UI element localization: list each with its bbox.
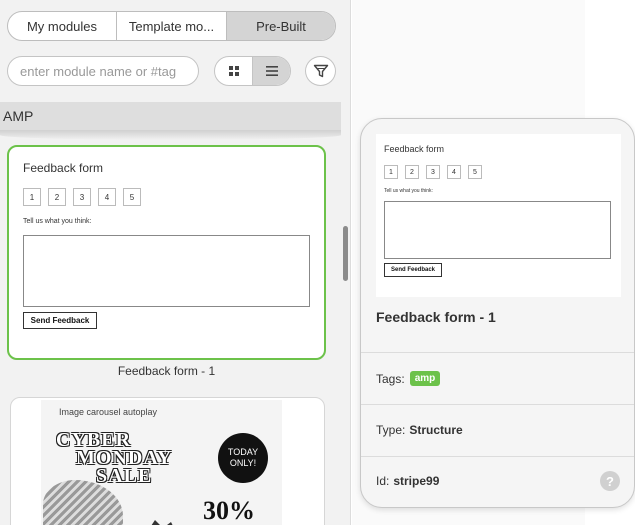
section-title: AMP [3,108,34,124]
section-divider-shadow [0,130,341,140]
module-library-panel: My modules Template mo... Pre-Built ente… [0,0,351,525]
rating-options: 1 2 3 4 5 [384,165,482,179]
carousel-preview-image: Image carousel autoplay CYBER MONDAY SAL… [41,400,282,525]
preview-textarea [384,201,611,259]
divider [361,456,634,457]
preview-title: Feedback form [384,144,445,154]
type-value: Structure [409,423,463,437]
tags-label: Tags: [376,371,405,386]
headline-line: SALE [96,465,153,487]
divider [361,404,634,405]
filter-button[interactable] [305,56,336,86]
rating-option: 4 [447,165,461,179]
preview-prompt: Tell us what you think: [23,218,92,225]
rating-option: 5 [468,165,482,179]
section-header-amp[interactable]: AMP [0,102,341,130]
sale-headline: CYBER MONDAY SALE [56,430,172,487]
module-card-image-carousel[interactable]: Image carousel autoplay CYBER MONDAY SAL… [10,397,325,525]
type-label: Type: [376,423,406,437]
tab-pre-built[interactable]: Pre-Built [227,12,335,40]
id-label: Id: [376,474,390,488]
rating-options: 1 2 3 4 5 [23,188,141,206]
list-view-button[interactable] [252,57,290,85]
rating-option: 2 [48,188,66,206]
shoe-image [151,520,173,525]
preview-title: Feedback form [23,161,104,175]
module-source-tabs: My modules Template mo... Pre-Built [7,11,336,41]
rating-option: 5 [123,188,141,206]
help-icon[interactable]: ? [600,471,620,491]
preview-send-button: Send Feedback [384,263,442,277]
module-card-label: Feedback form - 1 [117,364,216,378]
funnel-icon [313,64,328,78]
module-name: Feedback form - 1 [376,309,496,325]
tab-my-modules[interactable]: My modules [8,12,117,40]
badge-line: TODAY [227,447,259,457]
module-preview: Feedback form 1 2 3 4 5 Tell us what you… [376,134,621,297]
id-value: stripe99 [393,474,440,488]
divider [361,352,634,353]
module-card-feedback-form[interactable]: Feedback form 1 2 3 4 5 Tell us what you… [7,145,326,360]
discount-text: 30% [203,496,255,525]
module-details-popover: Feedback form 1 2 3 4 5 Tell us what you… [360,118,635,508]
tab-template-modules[interactable]: Template mo... [117,12,227,40]
id-row: Id: stripe99 [376,474,439,488]
rating-option: 3 [426,165,440,179]
rating-option: 1 [384,165,398,179]
tag-badge[interactable]: amp [409,371,441,386]
preview-textarea [23,235,310,307]
rating-option: 2 [405,165,419,179]
grid-icon [228,66,239,76]
grid-view-button[interactable] [215,57,252,85]
rating-option: 3 [73,188,91,206]
preview-prompt: Tell us what you think: [384,188,433,194]
rating-option: 1 [23,188,41,206]
view-toggle [214,56,291,86]
tags-row: Tags: amp [376,371,441,386]
preview-send-button: Send Feedback [23,312,97,329]
rating-option: 4 [98,188,116,206]
badge-line: ONLY! [229,458,257,468]
type-row: Type: Structure [376,423,463,437]
list-icon [265,66,278,76]
module-search-input[interactable] [7,56,199,86]
list-scrollbar[interactable] [343,226,348,281]
preview-title: Image carousel autoplay [59,407,158,417]
today-only-badge: TODAY ONLY! [218,433,268,483]
